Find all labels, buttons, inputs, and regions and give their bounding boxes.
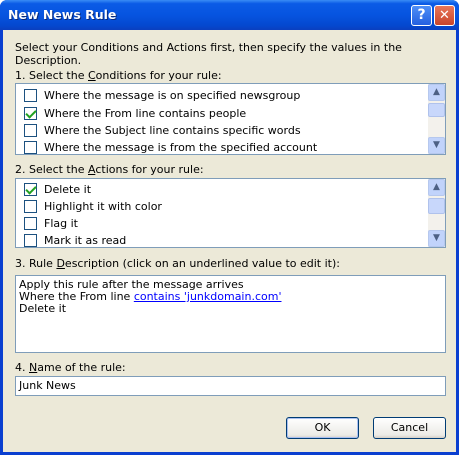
action-checkbox-mark-read[interactable] bbox=[24, 233, 37, 247]
condition-item-subject-words[interactable]: Where the Subject line contains specific… bbox=[24, 122, 301, 138]
contains-value-link[interactable]: contains 'junkdomain.com' bbox=[134, 290, 282, 303]
dialog-window: New News Rule ? ✕ Select your Conditions… bbox=[0, 0, 459, 455]
condition-item-account[interactable]: Where the message is from the specified … bbox=[24, 139, 317, 155]
rule-description-box: Apply this rule after the message arrive… bbox=[15, 275, 446, 353]
condition-item-newsgroup[interactable]: Where the message is on specified newsgr… bbox=[24, 87, 300, 103]
action-item-delete[interactable]: Delete it bbox=[24, 181, 91, 197]
scroll-up-arrow-icon[interactable]: ▲ bbox=[428, 84, 445, 101]
dialog-body: Select your Conditions and Actions first… bbox=[3, 30, 456, 452]
description-line-2: Where the From line contains 'junkdomain… bbox=[19, 290, 282, 303]
actions-list[interactable]: Delete it Highlight it with color Flag i… bbox=[15, 178, 446, 248]
actions-scrollbar[interactable]: ▲ ▼ bbox=[428, 179, 445, 247]
action-checkbox-flag[interactable] bbox=[24, 216, 37, 230]
action-item-mark-read[interactable]: Mark it as read bbox=[24, 232, 126, 248]
condition-item-from-people[interactable]: Where the From line contains people bbox=[24, 105, 246, 121]
name-label: 4. Name of the rule: bbox=[15, 361, 126, 374]
action-checkbox-highlight[interactable] bbox=[24, 199, 37, 213]
action-checkbox-delete[interactable] bbox=[24, 182, 37, 196]
window-title: New News Rule bbox=[8, 7, 117, 22]
conditions-label: 1. Select the Conditions for your rule: bbox=[15, 69, 222, 82]
condition-checkbox-subject-words[interactable] bbox=[24, 123, 37, 137]
ok-button[interactable]: OK bbox=[286, 417, 359, 439]
rule-name-input[interactable]: Junk News bbox=[15, 376, 446, 396]
scroll-up-arrow-icon[interactable]: ▲ bbox=[428, 179, 445, 196]
scroll-down-arrow-icon[interactable]: ▼ bbox=[428, 230, 445, 247]
description-label: 3. Rule Description (click on an underli… bbox=[15, 257, 340, 270]
condition-checkbox-from-people[interactable] bbox=[24, 106, 37, 120]
action-item-highlight[interactable]: Highlight it with color bbox=[24, 198, 162, 214]
close-button[interactable]: ✕ bbox=[434, 5, 455, 26]
condition-checkbox-account[interactable] bbox=[24, 140, 37, 154]
title-bar[interactable]: New News Rule ? ✕ bbox=[0, 0, 459, 30]
conditions-scroll-thumb[interactable] bbox=[428, 103, 445, 117]
conditions-list[interactable]: Where the message is on specified newsgr… bbox=[15, 83, 446, 155]
description-line-3: Delete it bbox=[19, 302, 67, 315]
scroll-down-arrow-icon[interactable]: ▼ bbox=[428, 137, 445, 154]
conditions-scrollbar[interactable]: ▲ ▼ bbox=[428, 84, 445, 154]
help-button[interactable]: ? bbox=[411, 5, 432, 26]
actions-label: 2. Select the Actions for your rule: bbox=[15, 163, 204, 176]
action-item-flag[interactable]: Flag it bbox=[24, 215, 78, 231]
cancel-button[interactable]: Cancel bbox=[373, 417, 446, 439]
condition-checkbox-newsgroup[interactable] bbox=[24, 88, 37, 102]
actions-scroll-thumb[interactable] bbox=[428, 198, 445, 214]
intro-text: Select your Conditions and Actions first… bbox=[15, 41, 402, 67]
